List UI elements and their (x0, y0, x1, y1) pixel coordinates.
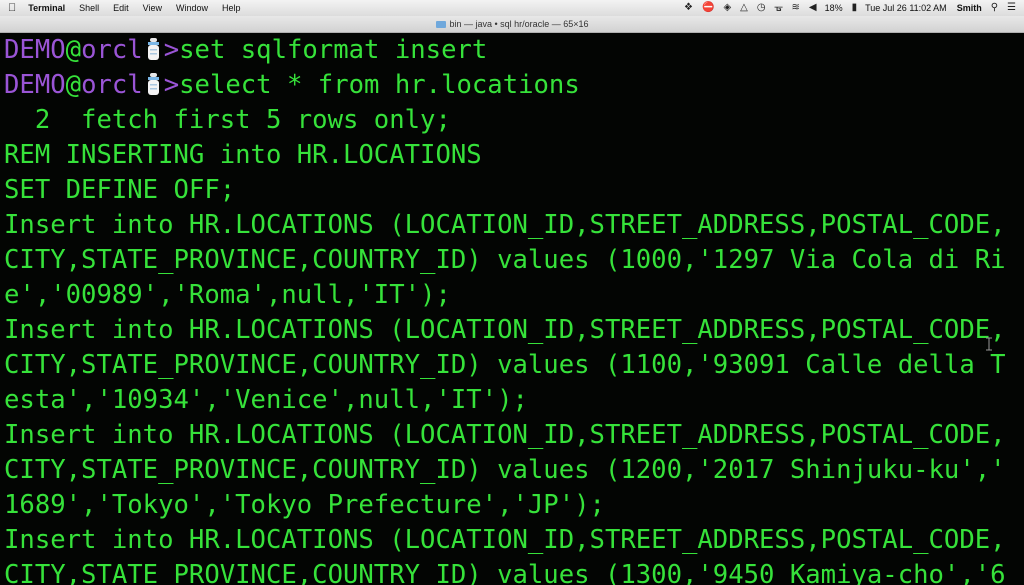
spotlight-icon[interactable]: ⚲ (991, 3, 998, 13)
terminal-line: CITY,STATE_PROVINCE,COUNTRY_ID) values (… (4, 560, 1006, 585)
menu-bar:  Terminal Shell Edit View Window Help ❖… (0, 0, 1024, 16)
baby-bottle-icon (147, 38, 159, 60)
user-name[interactable]: Smith (957, 3, 982, 13)
menu-edit[interactable]: Edit (113, 3, 129, 13)
prompt-at: @ (65, 70, 82, 100)
menu-app-name[interactable]: Terminal (28, 3, 65, 13)
terminal-line: esta','10934','Venice',null,'IT'); (4, 385, 528, 415)
terminal-content[interactable]: DEMO@orcl >set sqlformat insert DEMO@orcl… (0, 33, 1024, 585)
menu-help[interactable]: Help (222, 3, 241, 13)
terminal-line: Insert into HR.LOCATIONS (LOCATION_ID,ST… (4, 315, 1006, 345)
evernote-icon[interactable]: ◈ (723, 3, 731, 13)
battery-icon[interactable]: ▮ (852, 3, 858, 13)
terminal-line: Insert into HR.LOCATIONS (LOCATION_ID,ST… (4, 525, 1006, 555)
airplay-icon[interactable]: △ (740, 3, 748, 13)
prompt-host: orcl (81, 35, 143, 65)
window-title: bin — java • sql hr/oracle — 65×16 (449, 19, 589, 29)
prompt-host: orcl (81, 70, 143, 100)
status-area: ❖ ⛔ ◈ △ ◷ ᚗ ≋ ◀ 18% ▮ Tue Jul 26 11:02 A… (675, 3, 1016, 14)
window-title-bar[interactable]: bin — java • sql hr/oracle — 65×16 (0, 16, 1024, 33)
command-text: select * from hr.locations (179, 70, 580, 100)
wifi-icon[interactable]: ≋ (792, 3, 800, 13)
terminal-line: CITY,STATE_PROVINCE,COUNTRY_ID) values (… (4, 245, 1006, 275)
terminal-line: 1689','Tokyo','Tokyo Prefecture','JP'); (4, 490, 605, 520)
prompt-symbol: > (163, 70, 180, 100)
volume-icon[interactable]: ◀ (809, 3, 817, 13)
prompt-symbol: > (163, 35, 180, 65)
command-text: set sqlformat insert (179, 35, 488, 65)
terminal-line: 2 fetch first 5 rows only; (4, 105, 451, 135)
terminal-line: CITY,STATE_PROVINCE,COUNTRY_ID) values (… (4, 455, 1006, 485)
bluetooth-icon[interactable]: ᚗ (775, 3, 783, 13)
terminal-line: Insert into HR.LOCATIONS (LOCATION_ID,ST… (4, 420, 1006, 450)
menu-shell[interactable]: Shell (79, 3, 99, 13)
folder-icon (435, 20, 446, 28)
terminal-line: Insert into HR.LOCATIONS (LOCATION_ID,ST… (4, 210, 1006, 240)
battery-percent[interactable]: 18% (825, 3, 843, 13)
dropbox-icon[interactable]: ❖ (684, 3, 693, 13)
terminal-line: SET DEFINE OFF; (4, 175, 236, 205)
prompt-user: DEMO (4, 35, 66, 65)
apple-icon[interactable]:  (8, 2, 16, 14)
prompt-user: DEMO (4, 70, 66, 100)
ibeam-cursor-icon (986, 337, 992, 351)
terminal-line: DEMO@orcl >select * from hr.locations (4, 68, 580, 102)
terminal-line: REM INSERTING into HR.LOCATIONS (4, 140, 482, 170)
baby-bottle-icon (147, 73, 159, 95)
terminal-line: e','00989','Roma',null,'IT'); (4, 280, 451, 310)
time-machine-icon[interactable]: ◷ (757, 3, 766, 13)
no-entry-icon[interactable]: ⛔ (702, 3, 714, 13)
terminal-line: DEMO@orcl >set sqlformat insert (4, 33, 487, 67)
datetime[interactable]: Tue Jul 26 11:02 AM (865, 3, 947, 13)
list-icon[interactable]: ☰ (1007, 3, 1016, 13)
menu-window[interactable]: Window (176, 3, 208, 13)
prompt-at: @ (65, 35, 82, 65)
menu-view[interactable]: View (143, 3, 162, 13)
terminal-line: CITY,STATE_PROVINCE,COUNTRY_ID) values (… (4, 350, 1006, 380)
